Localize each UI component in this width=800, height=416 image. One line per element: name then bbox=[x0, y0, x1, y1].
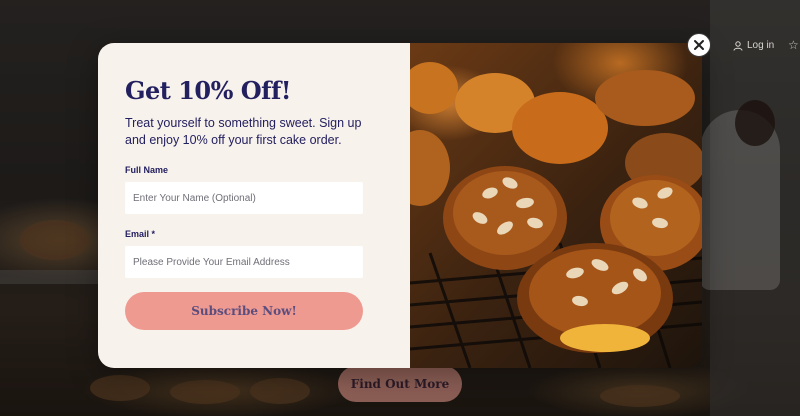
full-name-input[interactable] bbox=[125, 182, 363, 214]
user-icon bbox=[733, 40, 743, 51]
email-input[interactable] bbox=[125, 246, 363, 278]
croissant-image bbox=[410, 43, 702, 368]
croissant-photo bbox=[410, 62, 702, 368]
login-link[interactable]: Log in bbox=[733, 40, 774, 51]
star-icon[interactable]: ☆ bbox=[788, 39, 799, 51]
discount-modal: Get 10% Off! Treat yourself to something… bbox=[98, 43, 702, 368]
full-name-label: Full Name bbox=[125, 165, 169, 175]
modal-description: Treat yourself to something sweet. Sign … bbox=[125, 116, 362, 147]
modal-title: Get 10% Off! bbox=[125, 76, 291, 105]
find-out-more-button[interactable]: Find Out More bbox=[338, 366, 462, 402]
login-label: Log in bbox=[747, 40, 775, 51]
signup-form-panel: Get 10% Off! Treat yourself to something… bbox=[98, 43, 410, 368]
close-icon bbox=[694, 40, 704, 50]
close-button[interactable] bbox=[687, 33, 711, 57]
subscribe-button[interactable]: Subscribe Now! bbox=[125, 292, 363, 330]
email-label: Email * bbox=[125, 229, 156, 239]
